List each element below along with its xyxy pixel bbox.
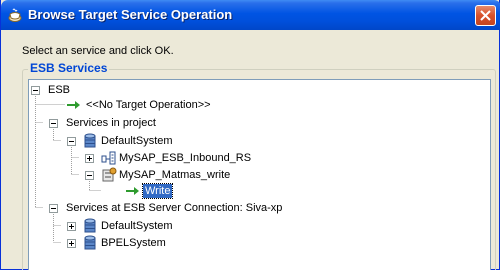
app-cup-icon [8,8,22,22]
tree-node-esb[interactable]: ESB [29,82,89,98]
database-icon [84,218,96,233]
collapse-toggle-default-system[interactable] [67,137,76,146]
tree-node-label: MySAP_ESB_Inbound_RS [119,152,252,164]
group-title: ESB Services [28,61,110,75]
tree-node-services-in-project[interactable]: Services in project [29,115,229,131]
dialog-window: Browse Target Service Operation Select a… [0,0,500,270]
tree-node-label: <<No Target Operation>> [86,99,211,111]
collapse-toggle-services-in-project[interactable] [49,119,58,128]
inbound-adapter-icon [101,151,116,165]
tree-node-label-selected: Write [141,183,174,199]
outbound-adapter-icon [102,167,117,182]
tree-node-no-target[interactable]: <<No Target Operation>> [29,97,249,113]
tree-node-label: DefaultSystem [101,220,173,232]
tree-node-label: MySAP_Matmas_write [119,169,231,181]
tree-node-default-system[interactable]: DefaultSystem [29,133,229,149]
service-tree[interactable]: ESB <<No Target Operation>> Services in … [28,79,491,270]
close-button[interactable] [475,5,496,26]
database-icon [84,133,96,148]
tree-node-bpel-system[interactable]: BPELSystem [29,235,229,251]
tree-node-matmas-write[interactable]: MySAP_Matmas_write [29,167,279,183]
window-title: Browse Target Service Operation [28,7,233,22]
collapse-toggle-esb[interactable] [31,86,40,95]
tree-node-inbound-rs[interactable]: MySAP_ESB_Inbound_RS [29,150,279,166]
close-icon [480,10,491,21]
tree-node-server-default-system[interactable]: DefaultSystem [29,218,229,234]
collapse-toggle-server-connection[interactable] [49,204,58,213]
instruction-text: Select an service and click OK. [22,45,174,57]
green-arrow-icon [67,101,80,109]
tree-node-label: Services at ESB Server Connection: Siva-… [66,202,283,214]
expand-toggle-inbound-rs[interactable] [85,154,94,163]
tree-node-label: BPELSystem [101,237,166,249]
title-bar[interactable]: Browse Target Service Operation [1,0,500,30]
expand-toggle-bpel-system[interactable] [67,239,76,248]
tree-node-label: DefaultSystem [101,135,173,147]
expand-toggle-server-default-system[interactable] [67,222,76,231]
tree-node-write[interactable]: Write [29,183,189,199]
tree-node-server-connection[interactable]: Services at ESB Server Connection: Siva-… [29,200,349,216]
database-icon [84,235,96,250]
green-arrow-icon [126,187,139,195]
tree-node-label: ESB [48,84,71,96]
tree-node-label: Services in project [66,117,156,129]
collapse-toggle-matmas-write[interactable] [85,171,94,180]
